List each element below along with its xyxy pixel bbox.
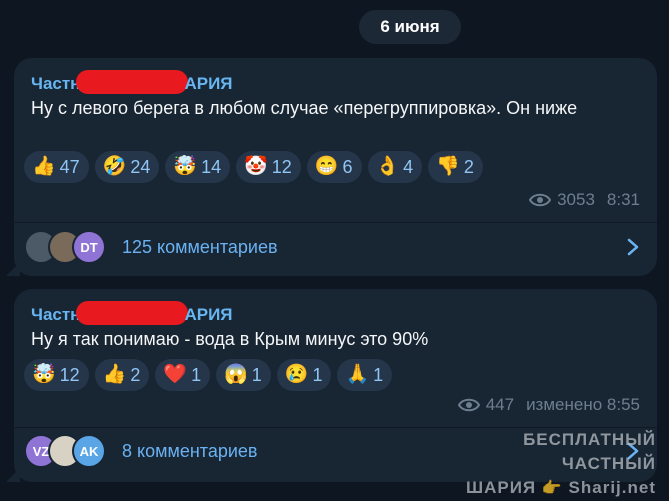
post-author[interactable]: Частн АРИЯ: [31, 301, 233, 325]
reaction-count: 24: [130, 156, 151, 177]
reaction-count: 2: [130, 364, 141, 385]
reaction-rofl[interactable]: 🤣 24: [94, 151, 160, 183]
reaction-mind-blown[interactable]: 🤯 14: [165, 151, 231, 183]
bubble-tail: [6, 262, 20, 276]
heart-icon: ❤️: [163, 364, 188, 385]
reaction-count: 2: [463, 156, 474, 177]
reaction-heart[interactable]: ❤️ 1: [155, 359, 211, 391]
reactions-bar: 🤯 12 👍 2 ❤️ 1 😱 1 😢 1 🙏 1: [24, 359, 393, 391]
reaction-count: 12: [271, 156, 292, 177]
pray-icon: 🙏: [345, 364, 370, 385]
author-name-start: Частн: [31, 305, 81, 324]
channel-post: Частн АРИЯ Ну с левого берега в любом слу…: [6, 58, 657, 276]
mind-blown-icon: 🤯: [173, 156, 198, 177]
commenter-avatars: VZ AK: [24, 434, 106, 468]
reaction-thumbs-down[interactable]: 👎 2: [428, 151, 483, 183]
reaction-count: 14: [201, 156, 222, 177]
reaction-count: 1: [373, 364, 384, 385]
reaction-count: 6: [342, 156, 353, 177]
thumbs-up-icon: 👍: [32, 156, 56, 177]
watermark-line1: БЕСПЛАТНЫЙ ЧАСТНЫЙ: [523, 430, 656, 473]
reaction-scream[interactable]: 😱 1: [216, 359, 271, 391]
author-name-end: АРИЯ: [184, 74, 233, 93]
commenter-avatars: DT: [24, 230, 106, 264]
mind-blown-icon: 🤯: [32, 364, 56, 385]
reaction-cry[interactable]: 😢 1: [276, 359, 332, 391]
reaction-mind-blown[interactable]: 🤯 12: [24, 359, 89, 391]
author-name-start: Частн: [31, 74, 81, 93]
reactions-bar: 👍 47 🤣 24 🤯 14 🤡 12 😁 6 👌 4 👎 2: [24, 151, 483, 183]
thumbs-up-icon: 👍: [102, 364, 127, 385]
author-name-end: АРИЯ: [184, 305, 233, 324]
view-count: 3053: [557, 190, 595, 209]
reaction-count: 12: [59, 364, 80, 385]
scream-icon: 😱: [224, 364, 248, 385]
post-meta: 3053 8:31: [529, 190, 640, 210]
bubble-tail: [6, 468, 20, 482]
reaction-grin[interactable]: 😁 6: [306, 151, 362, 183]
cry-icon: 😢: [284, 364, 309, 385]
post-text: Ну я так понимаю - вода в Крым минус это…: [31, 329, 429, 349]
avatar: AK: [72, 434, 106, 468]
chevron-right-icon: [627, 238, 639, 256]
rofl-icon: 🤣: [102, 156, 127, 177]
reaction-ok-hand[interactable]: 👌 4: [367, 151, 423, 183]
eye-icon: [457, 398, 480, 412]
reaction-count: 1: [191, 364, 202, 385]
divider: [14, 222, 657, 223]
post-time: изменено 8:55: [526, 395, 640, 414]
watermark-line2: ШАРИЯ 👉 Sharij.net: [466, 478, 656, 497]
post-meta: 447 изменено 8:55: [457, 395, 640, 415]
grin-icon: 😁: [314, 156, 339, 177]
reaction-pray[interactable]: 🙏 1: [337, 359, 393, 391]
comments-count: 125 комментариев: [122, 236, 278, 257]
pointing-hand-icon: 👉: [541, 480, 563, 497]
post-text: Ну с левого берега в любом случае «перег…: [31, 98, 578, 118]
redaction-mark: [76, 301, 189, 325]
reaction-count: 47: [59, 156, 80, 177]
reaction-thumbs-up[interactable]: 👍 47: [24, 151, 89, 183]
reaction-clown[interactable]: 🤡 12: [236, 151, 301, 183]
comments-link[interactable]: DT 125 комментариев: [24, 227, 647, 267]
reaction-count: 1: [251, 364, 262, 385]
view-count: 447: [485, 395, 515, 414]
redaction-mark: [76, 70, 189, 94]
clown-icon: 🤡: [244, 156, 268, 177]
comments-count: 8 комментариев: [122, 440, 258, 461]
date-separator: 6 июня: [359, 10, 461, 44]
eye-icon: [529, 193, 552, 207]
thumbs-down-icon: 👎: [436, 156, 460, 177]
post-time: 8:31: [606, 190, 640, 209]
ok-hand-icon: 👌: [375, 156, 400, 177]
avatar: DT: [72, 230, 106, 264]
watermark: БЕСПЛАТНЫЙ ЧАСТНЫЙ ШАРИЯ 👉 Sharij.net: [436, 428, 656, 501]
post-author[interactable]: Частн АРИЯ: [31, 70, 233, 94]
reaction-count: 1: [312, 364, 323, 385]
reaction-count: 4: [403, 156, 414, 177]
reaction-thumbs-up[interactable]: 👍 2: [94, 359, 150, 391]
